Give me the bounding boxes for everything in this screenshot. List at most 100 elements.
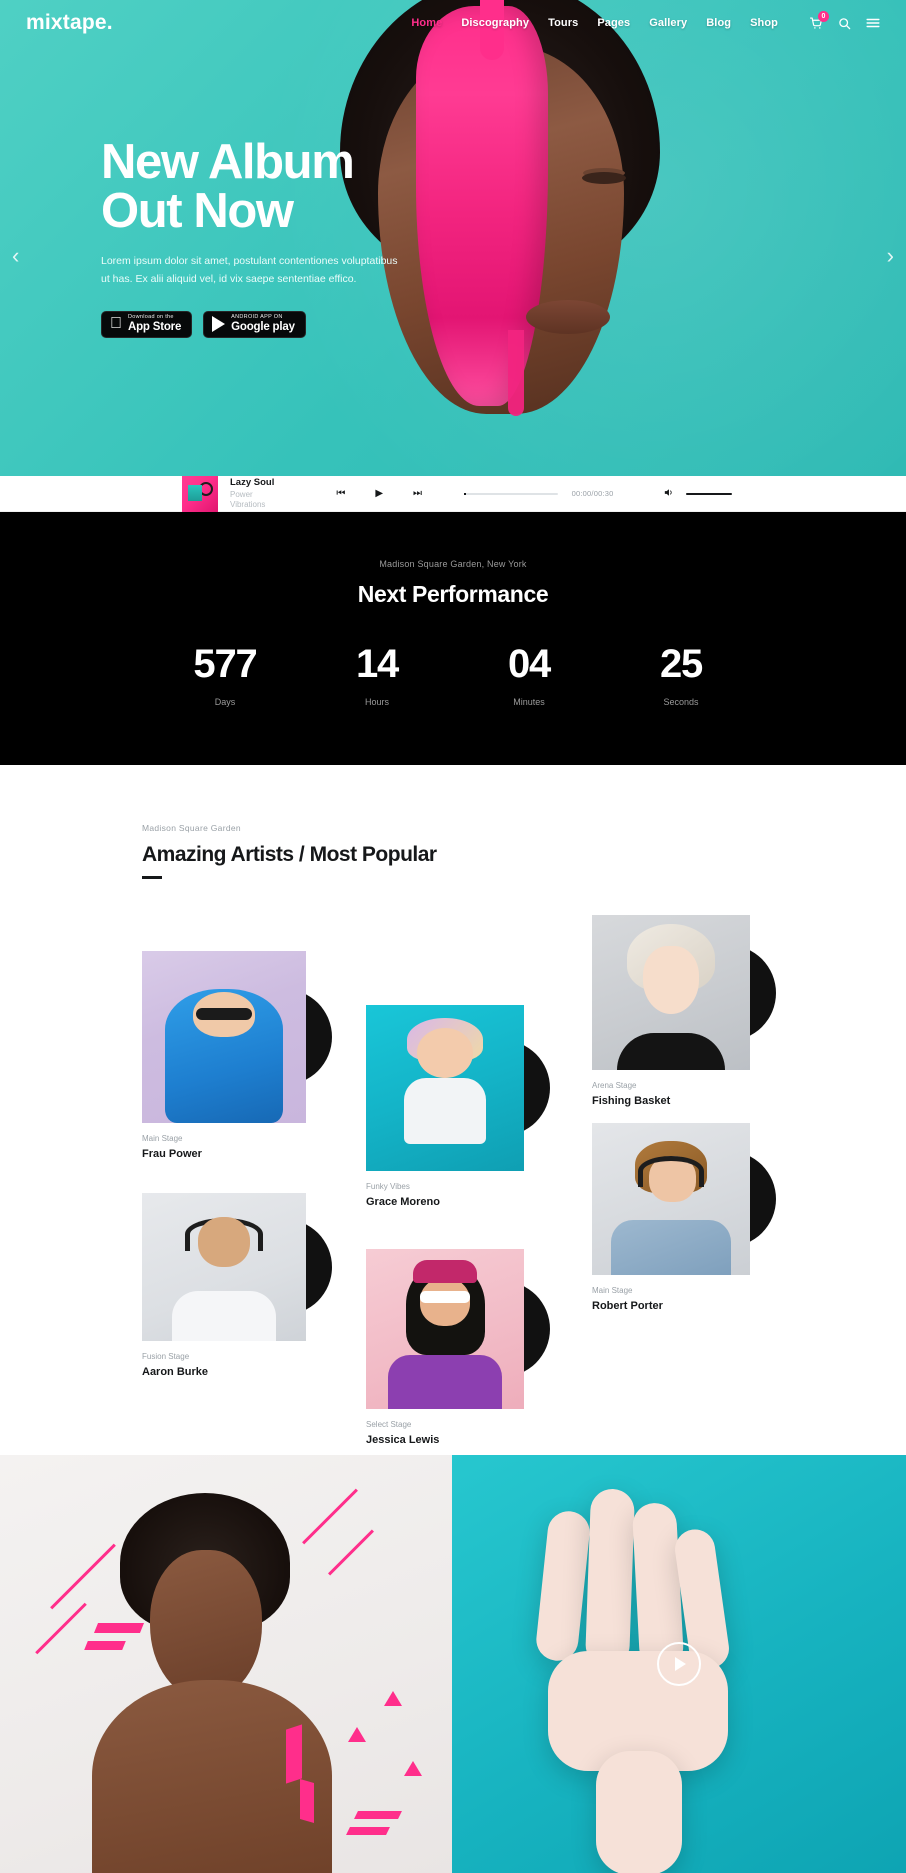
artist-card-aaron-burke[interactable]: Fusion Stage Aaron Burke — [142, 1193, 332, 1378]
nav-links: Home Discography Tours Pages Gallery Blo… — [411, 10, 880, 30]
decor-zigzag — [354, 1811, 402, 1819]
decor-triangle — [384, 1691, 402, 1706]
google-play-small-label: ANDROID APP ON — [219, 313, 282, 320]
countdown-units: 577 Days 14 Hours 04 Minutes 25 Seconds — [0, 644, 906, 707]
hero-paragraph-line-2: Ex alii aliquid vel, id vix saepe senten… — [135, 272, 357, 285]
decor-zigzag — [346, 1827, 390, 1835]
player-seek-bar[interactable] — [464, 492, 558, 495]
artist-photo — [592, 1123, 750, 1275]
site-logo[interactable]: mixtape. — [26, 11, 113, 35]
main-navbar: mixtape. Home Discography Tours Pages Ga… — [0, 0, 906, 46]
countdown-days-label: Days — [214, 697, 236, 707]
apple-icon:  — [110, 316, 122, 332]
player-time-display: 00:00/00:30 — [571, 489, 614, 498]
search-icon[interactable] — [838, 17, 851, 30]
google-play-big-label: Google play — [219, 321, 295, 334]
hero-title: New Album Out Now — [101, 135, 441, 236]
artist-name: Frau Power — [142, 1148, 202, 1160]
promo-video-right[interactable] — [452, 1455, 906, 1873]
decor-zigzag — [93, 1623, 145, 1633]
artist-name: Aaron Burke — [142, 1366, 209, 1378]
play-video-button[interactable] — [657, 1642, 701, 1686]
hero-copy: New Album Out Now Lorem ipsum dolor sit … — [101, 138, 441, 338]
countdown-unit-seconds: 25 Seconds — [605, 644, 757, 707]
artists-section-header: Madison Square Garden Amazing Artists / … — [0, 823, 906, 879]
nav-item-blog[interactable]: Blog — [706, 17, 731, 29]
decor-diagonal — [35, 1602, 87, 1655]
app-store-button[interactable]:  Download on the App Store — [101, 310, 193, 338]
artists-section-kicker: Madison Square Garden — [142, 823, 241, 833]
nav-item-discography[interactable]: Discography — [461, 17, 529, 29]
artists-grid: Main Stage Frau Power Funky Vibes Grace … — [0, 915, 906, 1455]
countdown-unit-minutes: 04 Minutes — [453, 644, 605, 707]
artist-card-grace-moreno[interactable]: Funky Vibes Grace Moreno — [366, 1005, 550, 1208]
countdown-unit-hours: 14 Hours — [301, 644, 453, 707]
player-volume-slider[interactable] — [686, 492, 732, 495]
player-track-artist: Power Vibrations — [230, 489, 266, 509]
artist-stage: Main Stage — [592, 1286, 633, 1295]
promo-left-face — [150, 1550, 262, 1700]
artist-card-jessica-lewis[interactable]: Select Stage Jessica Lewis — [366, 1249, 550, 1446]
artist-card-fishing-basket[interactable]: Arena Stage Fishing Basket — [592, 915, 776, 1107]
artist-stage: Arena Stage — [592, 1081, 637, 1090]
countdown-minutes-label: Minutes — [513, 697, 545, 707]
countdown-seconds-value: 25 — [659, 642, 703, 686]
next-track-icon[interactable]: ⏭ — [413, 488, 422, 499]
artist-stage: Main Stage — [142, 1134, 183, 1143]
artists-section: Madison Square Garden Amazing Artists / … — [0, 765, 906, 1455]
decor-zigzag — [84, 1641, 126, 1650]
google-play-button[interactable]: ANDROID APP ON Google play — [203, 310, 306, 338]
hero-paragraph: Lorem ipsum dolor sit amet, postulant co… — [101, 253, 401, 289]
nav-item-pages[interactable]: Pages — [597, 17, 630, 29]
artist-card-robert-porter[interactable]: Main Stage Robert Porter — [592, 1123, 776, 1312]
promo-right-finger — [584, 1488, 636, 1668]
player-track-meta: Lazy Soul Power Vibrations — [230, 477, 276, 510]
app-store-small-label: Download on the — [116, 313, 173, 320]
artist-photo — [142, 951, 306, 1123]
hero-title-line-1: New Album — [101, 135, 355, 189]
audio-player-bar: Lazy Soul Power Vibrations ⏮ ▶ ⏭ 00:00/0… — [0, 475, 906, 512]
nav-item-tours[interactable]: Tours — [548, 17, 578, 29]
countdown-hours-label: Hours — [364, 697, 389, 707]
artist-photo — [592, 915, 750, 1070]
artists-section-rule — [142, 876, 162, 879]
app-store-buttons:  Download on the App Store ANDROID APP … — [101, 310, 441, 338]
player-track-title: Lazy Soul — [230, 477, 275, 489]
nav-item-home[interactable]: Home — [411, 17, 442, 29]
artist-stage: Select Stage — [366, 1420, 412, 1429]
portrait-shadow — [330, 386, 670, 476]
decor-triangle — [404, 1761, 422, 1776]
hero-banner: mixtape. Home Discography Tours Pages Ga… — [0, 0, 906, 476]
artist-stage: Fusion Stage — [142, 1352, 190, 1361]
player-album-cover — [182, 475, 218, 512]
promo-image-left[interactable] — [0, 1455, 452, 1873]
artist-card-frau-power[interactable]: Main Stage Frau Power — [142, 951, 332, 1160]
volume-icon[interactable] — [663, 487, 674, 501]
artist-stage: Funky Vibes — [366, 1182, 410, 1191]
portrait-lips — [526, 300, 610, 334]
menu-icon[interactable] — [866, 17, 880, 29]
promo-right-finger — [534, 1509, 592, 1663]
cart-count-badge: 0 — [818, 10, 829, 22]
decor-diagonal — [50, 1543, 116, 1610]
countdown-minutes-value: 04 — [507, 642, 551, 686]
previous-track-icon[interactable]: ⏮ — [336, 488, 345, 499]
artist-photo — [366, 1005, 524, 1171]
cart-icon[interactable]: 0 — [810, 10, 829, 30]
artist-name: Grace Moreno — [366, 1196, 440, 1208]
decor-triangle — [348, 1727, 366, 1742]
bottom-split-section — [0, 1455, 906, 1873]
countdown-seconds-label: Seconds — [663, 697, 699, 707]
artists-section-title: Amazing Artists / Most Popular — [142, 843, 437, 866]
carousel-prev-arrow[interactable]: ‹ — [12, 245, 19, 267]
nav-item-shop[interactable]: Shop — [750, 17, 778, 29]
promo-right-wrist — [596, 1751, 682, 1873]
carousel-next-arrow[interactable]: › — [887, 245, 894, 267]
countdown-venue: Madison Square Garden, New York — [379, 559, 527, 569]
artist-name: Fishing Basket — [592, 1095, 671, 1107]
play-icon[interactable]: ▶ — [375, 488, 383, 499]
portrait-eye — [582, 172, 626, 184]
decor-bolt — [286, 1724, 302, 1784]
countdown-unit-days: 577 Days — [149, 644, 301, 707]
nav-item-gallery[interactable]: Gallery — [649, 17, 687, 29]
